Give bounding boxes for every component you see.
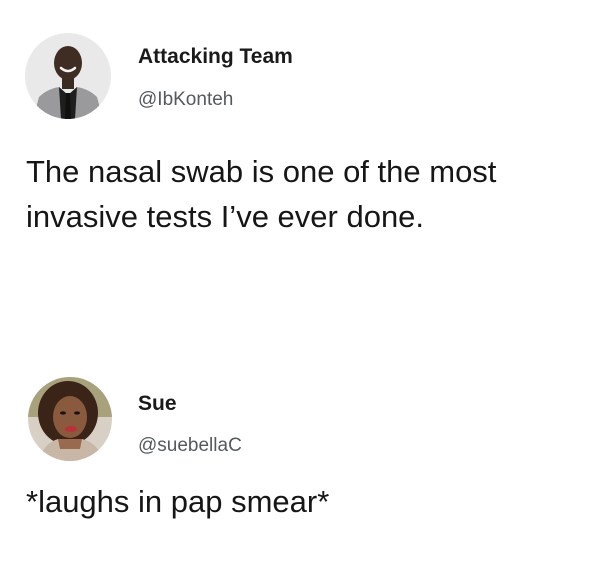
avatar-man-icon [25, 33, 111, 119]
tweet-text-line: *laughs in pap smear* [26, 484, 330, 519]
tweet-attacking-team: Attacking Team @IbKonteh The nasal swab … [0, 0, 600, 300]
user-handle[interactable]: @IbKonteh [138, 89, 233, 111]
display-name[interactable]: Attacking Team [138, 45, 293, 69]
tweet-text: The nasal swab is one of the most invasi… [26, 149, 586, 239]
tweet-text: *laughs in pap smear* [26, 479, 586, 524]
tweet-text-line: The nasal swab is one of the most [26, 154, 497, 189]
avatar-sue[interactable] [28, 377, 112, 461]
tweet-sue: Sue @suebellaC *laughs in pap smear* [0, 360, 600, 572]
avatar-woman-icon [28, 377, 112, 461]
user-handle[interactable]: @suebellaC [138, 435, 242, 457]
display-name[interactable]: Sue [138, 392, 177, 416]
tweet-text-line: invasive tests I’ve ever done. [26, 199, 425, 234]
avatar-attacking-team[interactable] [25, 33, 111, 119]
